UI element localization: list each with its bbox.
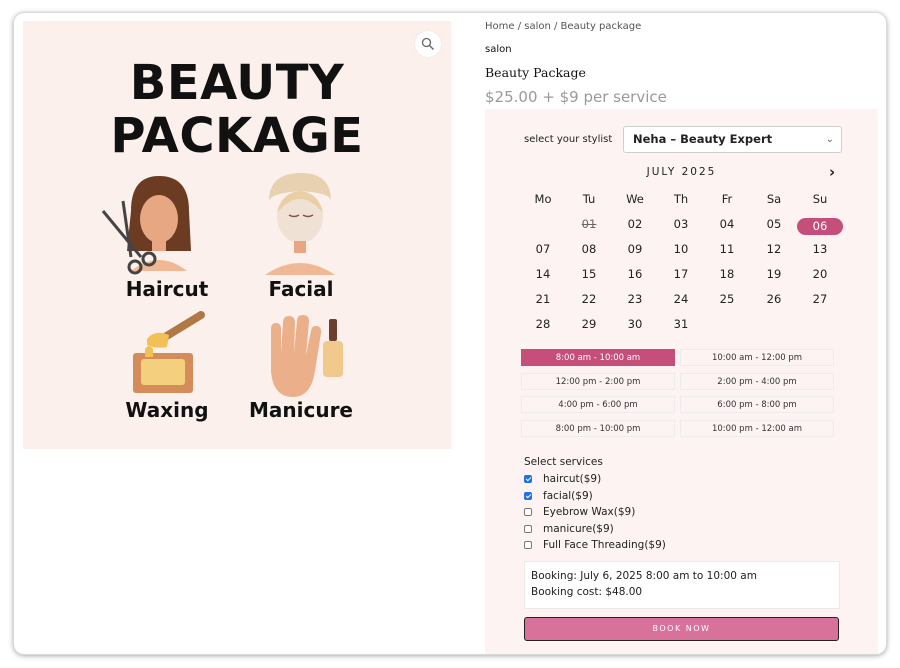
calendar-day[interactable]: 14 [523,267,563,281]
product-title: Beauty Package [485,65,586,80]
calendar-day[interactable]: 05 [754,217,794,231]
calendar-day[interactable]: 11 [707,242,747,256]
calendar-day[interactable]: 25 [707,292,747,306]
time-slot-button[interactable]: 12:00 pm - 2:00 pm [521,372,675,390]
service-label: haircut($9) [543,473,602,485]
time-slot-button[interactable]: 8:00 am - 10:00 am [521,349,675,366]
time-slot-button[interactable]: 2:00 pm - 4:00 pm [680,372,834,390]
calendar-day[interactable]: 31 [661,317,701,331]
calendar-day[interactable]: 28 [523,317,563,331]
service-option[interactable]: Full Face Threading($9) [524,539,666,551]
browser-window: BEAUTY PACKAGE Haircut Facial Waxing Man… [14,13,886,654]
calendar-day[interactable]: 26 [754,292,794,306]
weekday-label: Tu [582,192,596,206]
image-title-line1: BEAUTY [129,55,345,111]
zoom-button[interactable] [415,31,441,57]
time-slot-button[interactable]: 4:00 pm - 6:00 pm [521,396,675,413]
service-option[interactable]: manicure($9) [524,523,614,535]
weekday-label: Mo [534,192,552,206]
service-option[interactable]: Eyebrow Wax($9) [524,506,635,518]
calendar-day[interactable]: 20 [800,267,840,281]
calendar-day: 01 [581,217,597,231]
calendar-day[interactable]: 03 [661,217,701,231]
service-checkbox[interactable] [524,491,532,500]
calendar-day[interactable]: 06 [797,218,843,235]
calendar-day[interactable]: 12 [754,242,794,256]
calendar-day[interactable]: 16 [615,267,655,281]
chevron-down-icon: ⌄ [825,134,834,145]
service-label: Full Face Threading($9) [543,539,666,552]
calendar-day[interactable]: 09 [615,242,655,256]
stylist-label: select your stylist [524,134,613,145]
weekday-label: We [626,192,644,206]
service-checkbox[interactable] [524,508,532,517]
caption-facial: Facial [268,277,334,301]
time-slot-button[interactable]: 8:00 pm - 10:00 pm [521,419,675,437]
booking-cost-line: Booking cost: $48.00 [531,586,643,598]
service-option[interactable]: facial($9) [524,490,593,502]
service-option[interactable]: haircut($9) [524,473,601,485]
booking-summary: Booking: July 6, 2025 8:00 am to 10:00 a… [524,561,840,609]
breadcrumb[interactable]: Home / salon / Beauty package [485,21,641,32]
service-checkbox[interactable] [524,524,532,533]
next-month-button[interactable]: › [829,163,835,181]
weekday-label: Su [812,192,828,206]
product-image[interactable]: BEAUTY PACKAGE Haircut Facial Waxing Man… [23,21,451,449]
stylist-value: Neha – Beauty Expert [633,132,773,146]
calendar-day[interactable]: 08 [569,242,609,256]
calendar-day[interactable]: 22 [569,292,609,306]
caption-haircut: Haircut [125,277,209,301]
service-label: Eyebrow Wax($9) [543,506,636,519]
service-checkbox[interactable] [524,541,532,550]
magnifier-icon [421,37,435,51]
booking-form: select your stylist Neha – Beauty Expert… [485,109,878,654]
haircut-illustration [101,176,191,275]
calendar-day[interactable]: 18 [707,267,747,281]
calendar-day[interactable]: 21 [523,292,563,306]
service-label: facial($9) [543,489,593,502]
services-heading: Select services [524,456,603,468]
facial-illustration [265,173,335,275]
calendar-day[interactable]: 23 [615,292,655,306]
calendar-day[interactable]: 19 [754,267,794,281]
time-slot-button[interactable]: 10:00 pm - 12:00 am [680,419,834,437]
calendar-day[interactable]: 15 [569,267,609,281]
weekday-label: Th [673,192,689,206]
book-now-button[interactable]: BOOK NOW [524,617,839,641]
caption-manicure: Manicure [248,398,353,422]
calendar-day[interactable]: 29 [569,317,609,331]
time-slot-button[interactable]: 6:00 pm - 8:00 pm [680,396,834,413]
calendar-day[interactable]: 13 [800,242,840,256]
calendar-day[interactable]: 07 [523,242,563,256]
product-category[interactable]: salon [485,44,512,55]
caption-waxing: Waxing [125,398,209,422]
product-price: $25.00 + $9 per service [485,88,667,106]
calendar-day[interactable]: 30 [615,317,655,331]
calendar-day[interactable]: 04 [707,217,747,231]
waxing-illustration [133,311,205,393]
calendar-day[interactable]: 27 [800,292,840,306]
time-slot-button[interactable]: 10:00 am - 12:00 pm [680,349,834,366]
weekday-label: Fr [721,192,733,206]
calendar-day[interactable]: 24 [661,292,701,306]
calendar-day[interactable]: 17 [661,267,701,281]
calendar-day[interactable]: 10 [661,242,701,256]
image-title-line2: PACKAGE [110,108,364,164]
weekday-label: Sa [766,192,782,206]
manicure-illustration [271,315,343,397]
calendar-day[interactable]: 02 [615,217,655,231]
stylist-select[interactable]: Neha – Beauty Expert ⌄ [623,126,842,153]
booking-summary-line: Booking: July 6, 2025 8:00 am to 10:00 a… [531,570,757,582]
service-label: manicure($9) [543,522,614,535]
chevron-right-icon: › [829,163,836,181]
service-checkbox[interactable] [524,475,532,483]
calendar-month: JULY 2025 [646,166,717,178]
